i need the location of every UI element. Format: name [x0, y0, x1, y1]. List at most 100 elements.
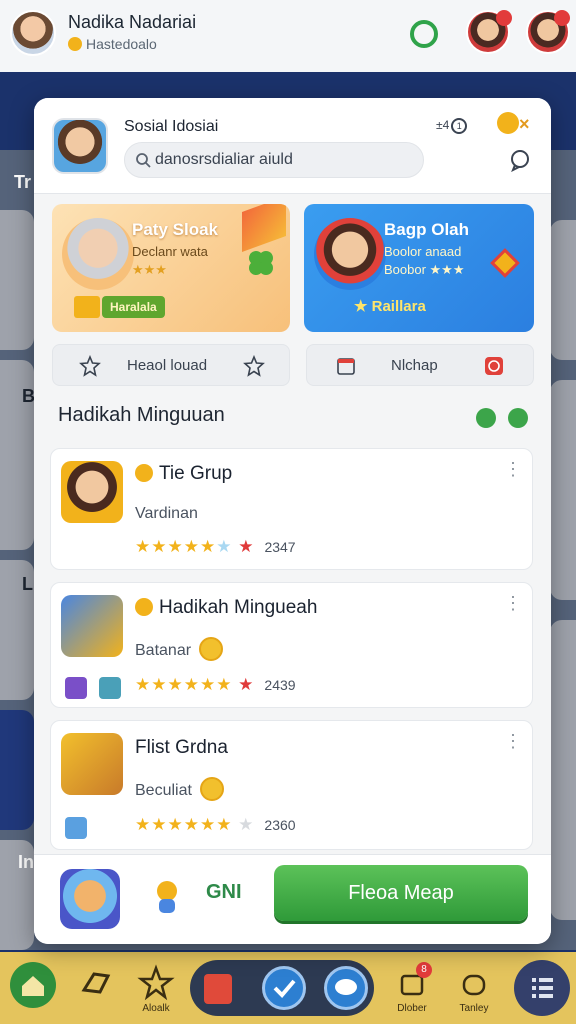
more-options-icon[interactable]: ⋮: [504, 460, 522, 478]
calendar-icon: [337, 358, 355, 375]
list-item[interactable]: Flist Grdna Beculiat ★★★★★★ ★ 2360 ⋮: [50, 720, 533, 850]
notification-badge: [554, 10, 570, 26]
nav-map[interactable]: [68, 962, 124, 1018]
nav-inbox-label: Dlober: [397, 1003, 427, 1014]
feature-subtitle-2: Boobor ★★★: [384, 262, 465, 277]
primary-action-button[interactable]: Fleoa Meap: [274, 865, 528, 921]
footer-label: GNI: [206, 881, 242, 903]
item-rating: ★★★★★★ ★ 2360: [135, 815, 296, 834]
clover-icon: [249, 251, 273, 275]
profile-name: Nadika Nadariai: [68, 12, 197, 32]
character-portrait: [62, 218, 134, 290]
map-icon: [81, 972, 111, 994]
chip-headloud[interactable]: Heaol louad: [52, 344, 290, 386]
chat-bubble-icon[interactable]: [508, 148, 532, 172]
character-portrait: [314, 218, 386, 290]
item-title: Tie Grup: [135, 463, 232, 485]
modal-header: Sosial Idosiai ±41 ×: [34, 98, 551, 194]
nav-rank-label: Aloalk: [142, 1003, 170, 1014]
profile-avatar[interactable]: [10, 10, 56, 56]
feature-title: Paty Sloak: [132, 220, 218, 239]
chat-button[interactable]: [324, 966, 368, 1010]
item-subtitle: Vardinan: [135, 505, 198, 522]
nav-inbox[interactable]: 8 Dlober: [384, 962, 440, 1018]
chip-label: Nlchap: [391, 357, 438, 374]
leaf-icon[interactable]: [476, 408, 496, 428]
badge-icon: [65, 677, 87, 699]
home-button[interactable]: [10, 962, 56, 1008]
gift-icon[interactable]: [204, 974, 232, 1004]
refresh-icon[interactable]: [410, 20, 438, 48]
coin-icon: [199, 637, 224, 661]
inbox-badge: 8: [416, 962, 432, 978]
item-rating: ★★★★★★ ★ 2347: [135, 537, 296, 556]
item-subtitle-text: Batanar: [135, 642, 192, 659]
social-modal: Sosial Idosiai ±41 × Paty Sloak Declanr …: [34, 98, 551, 944]
modal-footer: GNI Fleoa Meap: [34, 854, 551, 944]
item-thumbnail: [61, 461, 123, 523]
item-count: 2347: [264, 539, 296, 555]
search-icon: [136, 153, 151, 168]
arrow-icon[interactable]: [508, 408, 528, 428]
home-icon: [22, 976, 44, 996]
chip-label: Heaol louad: [127, 357, 208, 374]
online-count-text: ±4: [436, 118, 450, 132]
coin-icon: [135, 464, 153, 482]
menu-icon: [532, 978, 553, 998]
badge-icon: [65, 817, 87, 839]
more-options-icon[interactable]: ⋮: [504, 732, 522, 750]
user-avatar[interactable]: [52, 118, 108, 174]
nav-rank[interactable]: Aloalk: [128, 962, 184, 1018]
item-title: Flist Grdna: [135, 737, 228, 758]
item-thumbnail: [61, 595, 123, 657]
nav-profile[interactable]: Tanley: [446, 962, 502, 1018]
item-subtitle: Batanar: [135, 637, 224, 661]
item-subtitle: Beculiat: [135, 777, 224, 801]
check-icon: [273, 979, 296, 998]
app-header: Nadika Nadariai Hastedoalo: [0, 0, 576, 72]
close-button[interactable]: ×: [519, 114, 530, 135]
list-item[interactable]: Hadikah Mingueah Batanar ★★★★★★ ★ 2439 ⋮: [50, 582, 533, 708]
star-outline-icon: [243, 355, 265, 377]
item-count: 2439: [264, 677, 296, 693]
gold-bar-icon: [74, 296, 100, 318]
coin-icon: [135, 598, 153, 616]
feature-card-bagp[interactable]: Bagp Olah Boolor anaad Boobor ★★★ ★ Rail…: [304, 204, 534, 332]
section-title: Hadikah Minguuan: [58, 404, 225, 426]
chip-nichap[interactable]: Nlchap: [306, 344, 534, 386]
item-title: Hadikah Mingueah: [135, 597, 317, 619]
online-count: ±4 1: [436, 118, 468, 134]
search-input[interactable]: [155, 143, 415, 177]
item-rating: ★★★★★★ ★ 2439: [135, 675, 296, 694]
background-label: In: [18, 852, 34, 872]
menu-button[interactable]: [514, 960, 570, 1016]
item-count: 2360: [264, 817, 296, 833]
profile-status-text: Hastedoalo: [86, 36, 157, 52]
check-button[interactable]: [262, 966, 306, 1010]
info-icon: 1: [451, 118, 468, 134]
feature-badge: ★ Raillara: [354, 298, 426, 315]
nav-center-group: [190, 960, 374, 1016]
item-title-text: Hadikah Mingueah: [159, 597, 318, 618]
search-box[interactable]: [124, 142, 424, 178]
coin-icon: [497, 112, 519, 134]
modal-title: Sosial Idosiai: [124, 118, 219, 135]
profile-icon: [462, 974, 486, 996]
feature-card-party[interactable]: Paty Sloak Declanr wata ★★★ Haralala: [52, 204, 290, 332]
item-title-text: Tie Grup: [159, 463, 233, 484]
item-thumbnail: [61, 733, 123, 795]
star-icon: [137, 964, 175, 1001]
feature-badge: Haralala: [102, 296, 165, 318]
feature-stars: ★★★: [132, 262, 167, 277]
alarm-icon: [485, 357, 503, 375]
more-options-icon[interactable]: ⋮: [504, 594, 522, 612]
background-label: Tr: [14, 172, 32, 192]
star-outline-icon: [79, 355, 101, 377]
coin-icon: [68, 37, 82, 51]
list-item[interactable]: Tie Grup Vardinan ★★★★★★ ★ 2347 ⋮: [50, 448, 533, 570]
item-subtitle-text: Beculiat: [135, 782, 192, 799]
badge-icon: [99, 677, 121, 699]
feature-subtitle: Declanr wata: [132, 244, 208, 259]
profile-status: Hastedoalo: [68, 36, 157, 52]
game-thumbnail[interactable]: [60, 869, 120, 929]
